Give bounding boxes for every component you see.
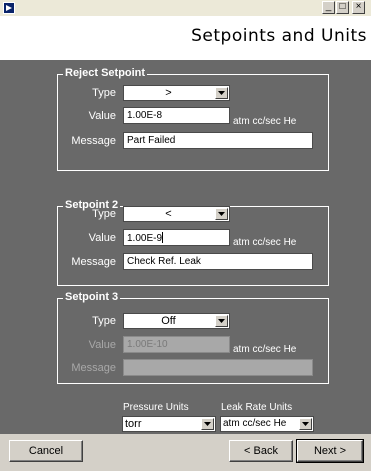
footer: Cancel < Back Next >	[0, 434, 371, 471]
close-button[interactable]: ×	[352, 1, 365, 14]
minimize-button[interactable]: _	[322, 1, 335, 14]
setpoint3-message-label: Message	[71, 362, 116, 374]
reject-type-label: Type	[92, 87, 116, 99]
setpoint3-message-input	[123, 359, 313, 376]
chevron-down-icon[interactable]	[299, 418, 312, 430]
setpoint2-unit-label: atm cc/sec He	[233, 237, 297, 248]
setpoint2-type-label: Type	[92, 208, 116, 220]
header: Setpoints and Units	[0, 16, 371, 60]
setpoint2-value-label: Value	[88, 232, 116, 244]
setpoint2-type-value: <	[165, 208, 172, 220]
reject-message-input[interactable]: Part Failed	[123, 132, 313, 149]
setpoint2-type-select[interactable]: <	[123, 206, 230, 222]
reject-value-input[interactable]: 1.00E-8	[123, 107, 230, 124]
setpoints-panel: Reject Setpoint Type > Value 1.00E-8 atm…	[0, 60, 371, 434]
setpoint3-type-select[interactable]: Off	[123, 313, 230, 329]
setpoint2-message-input[interactable]: Check Ref. Leak	[123, 253, 313, 270]
setpoint3-type-value: Off	[161, 315, 176, 327]
reject-type-select[interactable]: >	[123, 85, 230, 101]
reject-setpoint-title: Reject Setpoint	[63, 67, 148, 79]
leak-rate-units-select[interactable]: atm cc/sec He	[220, 416, 314, 432]
setpoint2-value-text: 1.00E-9	[127, 233, 163, 244]
title-bar: _ □ ×	[0, 0, 371, 16]
reject-message-label: Message	[71, 135, 116, 147]
pressure-units-label: Pressure Units	[123, 402, 189, 413]
setpoint3-title: Setpoint 3	[63, 291, 121, 303]
setpoint3-value-input: 1.00E-10	[123, 336, 230, 353]
leak-rate-units-label: Leak Rate Units	[221, 402, 293, 413]
pressure-units-value: torr	[125, 418, 142, 430]
chevron-down-icon[interactable]	[201, 418, 214, 430]
reject-type-value: >	[165, 87, 172, 99]
page-title: Setpoints and Units	[191, 26, 367, 46]
back-button[interactable]: < Back	[229, 440, 293, 462]
text-caret	[162, 232, 164, 243]
chevron-down-icon[interactable]	[215, 87, 228, 99]
next-button[interactable]: Next >	[296, 439, 364, 463]
pressure-units-select[interactable]: torr	[122, 416, 216, 432]
chevron-down-icon[interactable]	[215, 315, 228, 327]
setpoint2-value-input[interactable]: 1.00E-9	[123, 229, 230, 246]
app-icon	[3, 2, 15, 14]
reject-unit-label: atm cc/sec He	[233, 116, 297, 127]
setpoint3-value-label: Value	[88, 339, 116, 351]
chevron-down-icon[interactable]	[215, 208, 228, 220]
cancel-button[interactable]: Cancel	[9, 440, 83, 462]
maximize-button[interactable]: □	[336, 1, 349, 14]
leak-rate-units-value: atm cc/sec He	[223, 418, 287, 429]
reject-value-label: Value	[88, 110, 116, 122]
setpoint2-message-label: Message	[71, 256, 116, 268]
setpoint3-unit-label: atm cc/sec He	[233, 344, 297, 355]
setpoint3-type-label: Type	[92, 315, 116, 327]
